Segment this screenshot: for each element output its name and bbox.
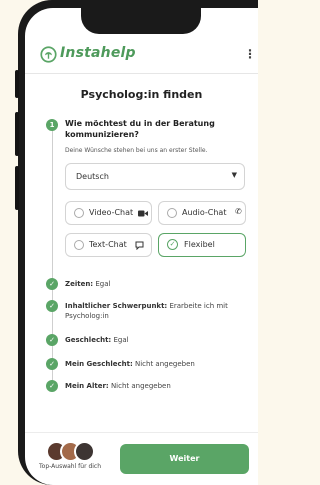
step-hint: Deine Wünsche stehen bei uns an erster S… — [65, 147, 208, 154]
step-number-badge: 1 — [46, 119, 58, 131]
radio-circle-icon — [74, 208, 84, 218]
option-audio-chat[interactable]: Audio-Chat ✆ — [158, 201, 246, 225]
completed-step-geschlecht[interactable]: Geschlecht: Egal — [65, 335, 245, 345]
completed-step-mein-geschlecht[interactable]: Mein Geschlecht: Nicht angegeben — [65, 359, 245, 369]
completed-step-value: Nicht angegeben — [135, 360, 195, 368]
option-video-chat[interactable]: Video-Chat — [65, 201, 152, 225]
radio-circle-icon — [74, 240, 84, 250]
phone-volume-up-button — [15, 112, 19, 156]
phone-notch — [81, 8, 201, 34]
completed-step-value: Nicht angegeben — [110, 382, 171, 390]
video-camera-icon — [138, 210, 148, 217]
language-select[interactable]: Deutsch ▼ — [65, 163, 245, 190]
completed-step-schwerpunkt[interactable]: Inhaltlicher Schwerpunkt: Erarbeite ich … — [65, 301, 245, 321]
header-divider — [25, 73, 258, 74]
completed-step-value: Egal — [113, 336, 129, 344]
instahelp-logo-icon — [40, 46, 57, 63]
page-title: Psycholog:in finden — [80, 88, 203, 101]
completed-step-label: Mein Geschlecht: — [65, 360, 133, 368]
completed-step-value: Egal — [95, 280, 111, 288]
language-select-value: Deutsch — [76, 172, 109, 181]
app-logo-text: Instahelp — [60, 45, 136, 61]
weiter-button[interactable]: Weiter — [120, 444, 249, 474]
top-selection-caption: Top-Auswahl für dich — [39, 463, 102, 470]
phone-frame: Instahelp ⋮ Psycholog:in finden 1 Wie mö… — [15, 0, 258, 485]
option-label: Audio-Chat — [182, 208, 227, 217]
phone-side-button — [15, 70, 19, 98]
option-label: Text-Chat — [89, 240, 127, 249]
step-question: Wie möchtest du in der Beratung kommuniz… — [65, 119, 215, 139]
step-done-check-icon: ✓ — [46, 334, 58, 346]
completed-step-label: Zeiten: — [65, 280, 94, 288]
completed-step-zeiten[interactable]: Zeiten: Egal — [65, 279, 245, 289]
chat-bubble-icon — [135, 241, 144, 250]
option-label: Flexibel — [184, 240, 215, 249]
completed-step-mein-alter[interactable]: Mein Alter: Nicht angegeben — [65, 381, 245, 391]
step-done-check-icon: ✓ — [46, 300, 58, 312]
footer-divider — [25, 432, 258, 433]
step-done-check-icon: ✓ — [46, 358, 58, 370]
phone-volume-down-button — [15, 166, 19, 210]
completed-step-label: Inhaltlicher Schwerpunkt: — [65, 302, 168, 310]
phone-screen: Instahelp ⋮ Psycholog:in finden 1 Wie mö… — [25, 8, 258, 485]
step-done-check-icon: ✓ — [46, 278, 58, 290]
option-text-chat[interactable]: Text-Chat — [65, 233, 152, 257]
check-circle-icon: ✓ — [167, 239, 178, 250]
phone-icon: ✆ — [235, 207, 242, 216]
therapist-avatar — [74, 441, 95, 462]
chevron-down-icon: ▼ — [231, 171, 237, 179]
completed-step-label: Geschlecht: — [65, 336, 112, 344]
kebab-menu-icon[interactable]: ⋮ — [244, 47, 256, 61]
option-label: Video-Chat — [89, 208, 134, 217]
radio-circle-icon — [167, 208, 177, 218]
progress-line — [52, 128, 53, 390]
option-flexibel[interactable]: ✓ Flexibel — [158, 233, 246, 257]
app-header: Instahelp ⋮ — [25, 42, 258, 68]
completed-step-label: Mein Alter: — [65, 382, 109, 390]
step-done-check-icon: ✓ — [46, 380, 58, 392]
